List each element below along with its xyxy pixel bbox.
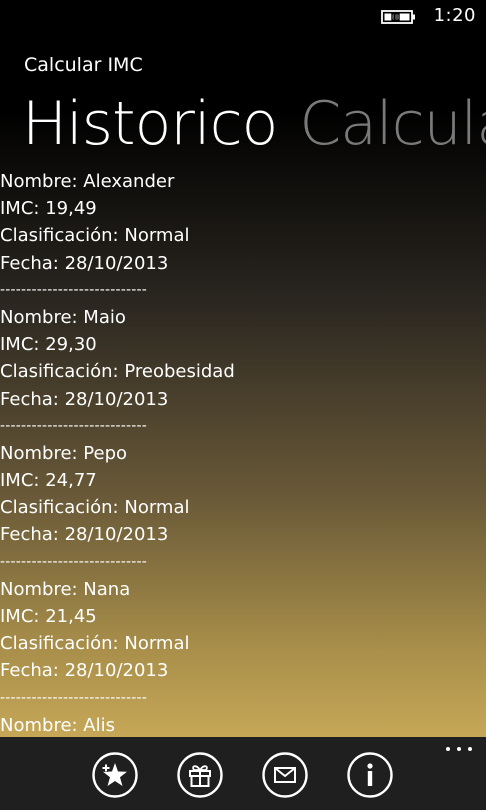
record-imc: IMC: 24,77 (0, 470, 97, 492)
mail-icon (262, 752, 308, 798)
status-bar: 1:20 (0, 0, 486, 32)
record-clasificacion: Clasificación: Preobesidad (0, 361, 235, 383)
history-record: Nombre: Alis (0, 712, 486, 737)
info-icon (347, 752, 393, 798)
star-add-icon (92, 752, 138, 798)
record-clasificacion: Clasificación: Normal (0, 497, 190, 519)
history-record: Nombre: Pepo IMC: 24,77 Clasificación: N… (0, 440, 486, 576)
record-clasificacion: Clasificación: Normal (0, 225, 190, 247)
info-button[interactable] (347, 752, 393, 798)
phone-screen: 1:20 Calcular IMC Historico Calcular Nomb… (0, 0, 486, 810)
record-nombre: Nombre: Alexander (0, 171, 175, 192)
battery-charging-icon (381, 10, 415, 24)
record-separator: ---------------------------- (0, 553, 148, 570)
rate-app-button[interactable] (92, 752, 138, 798)
record-fecha: Fecha: 28/10/2013 (0, 252, 169, 274)
record-fecha: Fecha: 28/10/2013 (0, 524, 169, 546)
history-record: Nombre: Maio IMC: 29,30 Clasificación: P… (0, 304, 486, 440)
record-nombre: Nombre: Nana (0, 578, 131, 600)
more-dots-icon[interactable] (444, 743, 474, 755)
history-record: Nombre: Nana IMC: 21,45 Clasificación: N… (0, 576, 486, 712)
record-fecha: Fecha: 28/10/2013 (0, 660, 169, 682)
record-nombre: Nombre: Maio (0, 306, 126, 328)
app-title: Calcular IMC (24, 54, 143, 76)
gift-icon (177, 752, 223, 798)
pivot-headers: Historico Calcular (22, 84, 486, 164)
record-separator: ---------------------------- (0, 417, 148, 434)
record-fecha: Fecha: 28/10/2013 (0, 388, 169, 410)
status-clock: 1:20 (433, 5, 476, 26)
record-separator: ---------------------------- (0, 281, 148, 298)
pivot-tab-historico[interactable]: Historico (22, 84, 278, 164)
record-imc: IMC: 29,30 (0, 334, 97, 356)
record-nombre: Nombre: Alis (0, 714, 115, 736)
record-separator: ---------------------------- (0, 689, 148, 706)
pivot-tab-calcular[interactable]: Calcular (299, 84, 486, 164)
record-imc: IMC: 21,45 (0, 606, 97, 627)
history-record: Nombre: Alexander IMC: 19,49 Clasificaci… (0, 168, 486, 304)
record-nombre: Nombre: Pepo (0, 442, 128, 464)
gift-button[interactable] (177, 752, 223, 798)
record-clasificacion: Clasificación: Normal (0, 633, 190, 655)
record-imc: IMC: 19,49 (0, 198, 97, 220)
mail-button[interactable] (262, 752, 308, 798)
history-list[interactable]: Nombre: Alexander IMC: 19,49 Clasificaci… (0, 168, 486, 737)
app-bar (0, 737, 486, 810)
